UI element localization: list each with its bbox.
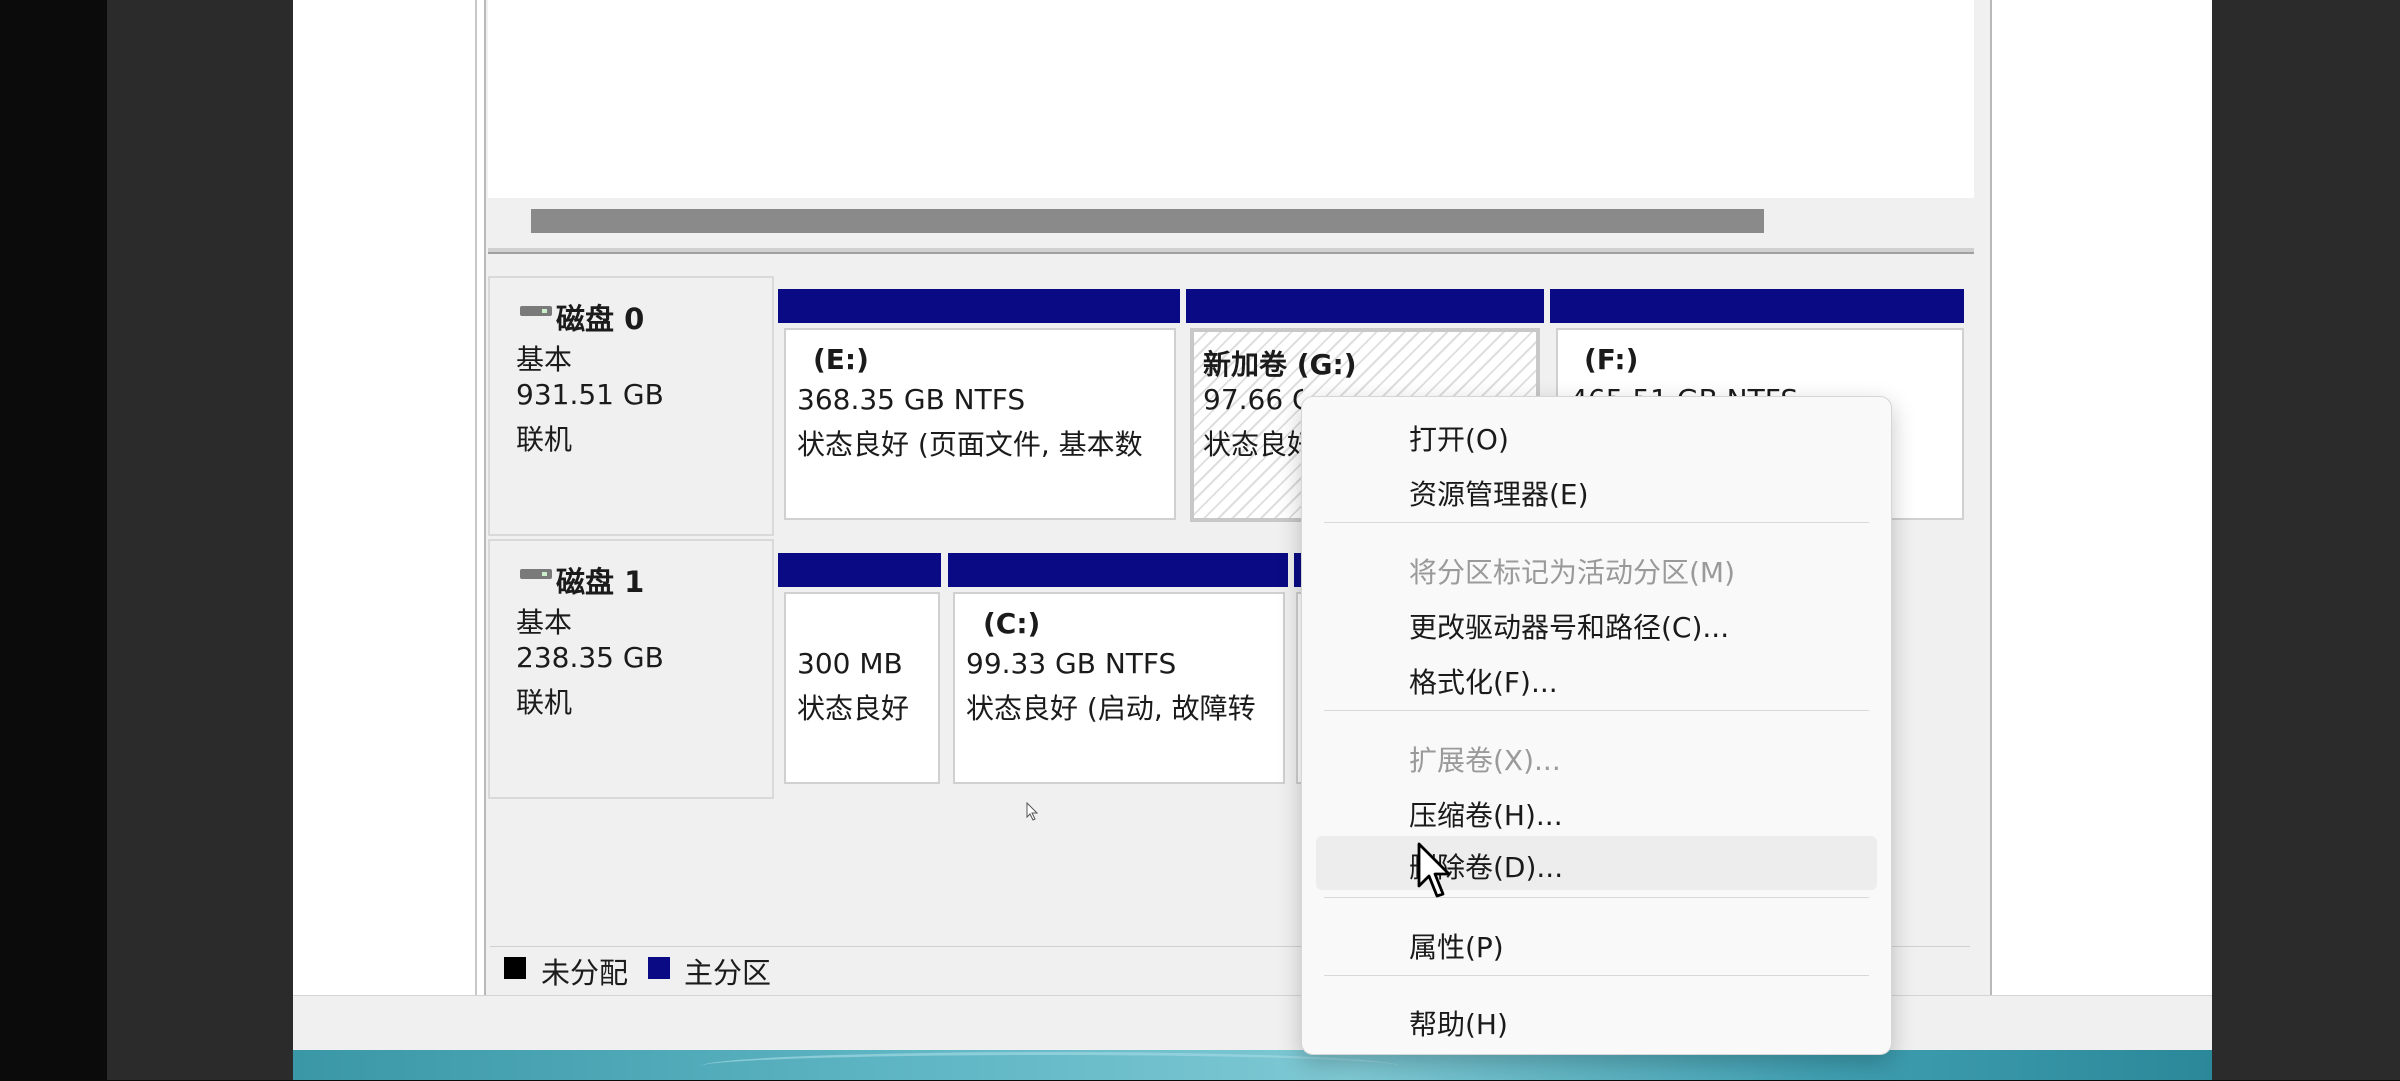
menu-item-label: 资源管理器(E): [1409, 478, 1589, 511]
partition-g-status: 状态良好: [1203, 428, 1303, 461]
partition-bar-primary: [778, 553, 941, 587]
menu-item-help[interactable]: 帮助(H): [1316, 995, 1877, 1045]
disk-status: 联机: [516, 686, 573, 719]
disk-size: 931.51 GB: [516, 378, 664, 411]
disk-icon: [520, 306, 552, 316]
partition-c-label: (C:): [983, 607, 1041, 640]
partition-system-status: 状态良好: [797, 692, 910, 725]
right-dark-margin: [2212, 0, 2400, 1080]
partition-e-label: (E:): [813, 343, 869, 376]
disk-size: 238.35 GB: [516, 641, 664, 674]
legend-primary-swatch: [648, 957, 670, 979]
horizontal-scrollbar-thumb[interactable]: [531, 209, 1764, 233]
legend-unallocated-label: 未分配: [541, 956, 629, 990]
partition-bar-primary: [778, 289, 1180, 323]
context-menu: 打开(O) 资源管理器(E) 将分区标记为活动分区(M) 更改驱动器号和路径(C…: [1301, 396, 1892, 1055]
mouse-cursor-icon: [1417, 842, 1451, 898]
wallpaper-curve: [700, 1052, 1400, 1081]
partition-g-size: 97.66 GB NTFS: [1203, 383, 1303, 416]
partition-c-size: 99.33 GB NTFS: [966, 647, 1177, 680]
disk-type: 基本: [516, 606, 573, 639]
menu-separator: [1324, 975, 1869, 976]
partition-system-size: 300 MB: [797, 647, 903, 680]
partition-bar-primary: [948, 553, 1288, 587]
partition-e-status: 状态良好 (页面文件, 基本数: [797, 428, 1143, 461]
legend-unallocated-swatch: [504, 957, 526, 979]
menu-item-delete-volume[interactable]: 删除卷(D)...: [1316, 836, 1877, 890]
menu-item-properties[interactable]: 属性(P): [1316, 918, 1877, 968]
disk-icon: [520, 569, 552, 579]
left-screen-border: [0, 0, 107, 1080]
menu-separator: [1324, 897, 1869, 898]
partition-c-status: 状态良好 (启动, 故障转: [966, 692, 1256, 725]
partition-f-label: (F:): [1584, 343, 1639, 376]
menu-item-change-drive-letter[interactable]: 更改驱动器号和路径(C)...: [1316, 598, 1877, 648]
menu-item-mark-active[interactable]: 将分区标记为活动分区(M): [1316, 543, 1877, 593]
menu-item-label: 扩展卷(X)...: [1409, 744, 1561, 777]
console-tree-pane: [293, 0, 477, 995]
menu-item-label: 格式化(F)...: [1409, 666, 1558, 699]
menu-item-label: 打开(O): [1409, 423, 1509, 456]
partition-g-label: 新加卷 (G:): [1203, 348, 1357, 381]
menu-item-format[interactable]: 格式化(F)...: [1316, 653, 1877, 703]
menu-separator: [1324, 522, 1869, 523]
partition-e-size: 368.35 GB NTFS: [797, 383, 1026, 416]
disk-name: 磁盘 1: [556, 565, 645, 599]
menu-item-extend-volume[interactable]: 扩展卷(X)...: [1316, 731, 1877, 781]
menu-item-label: 压缩卷(H)...: [1409, 799, 1563, 832]
menu-item-label: 帮助(H): [1409, 1008, 1508, 1041]
legend-primary-label: 主分区: [684, 956, 772, 990]
disk-type: 基本: [516, 343, 573, 376]
status-bar: [293, 995, 2212, 1051]
pane-splitter[interactable]: [488, 248, 1974, 254]
menu-item-label: 将分区标记为活动分区(M): [1409, 556, 1736, 589]
left-dark-margin: [107, 0, 293, 1080]
disk-1-header[interactable]: 磁盘 1 基本 238.35 GB 联机: [488, 539, 774, 799]
menu-item-label: 更改驱动器号和路径(C)...: [1409, 611, 1730, 644]
mouse-cursor-icon: [1026, 802, 1039, 821]
disk-status: 联机: [516, 423, 573, 456]
menu-item-open[interactable]: 打开(O): [1316, 410, 1877, 460]
disk-0-header[interactable]: 磁盘 0 基本 931.51 GB 联机: [488, 276, 774, 536]
partition-bar-primary: [1550, 289, 1964, 323]
volume-list[interactable]: [488, 0, 1974, 198]
menu-item-label: 属性(P): [1409, 931, 1504, 964]
menu-separator: [1324, 710, 1869, 711]
disk-name: 磁盘 0: [556, 302, 645, 336]
partition-bar-primary: [1186, 289, 1544, 323]
menu-item-explore[interactable]: 资源管理器(E): [1316, 465, 1877, 515]
menu-item-shrink-volume[interactable]: 压缩卷(H)...: [1316, 786, 1877, 836]
